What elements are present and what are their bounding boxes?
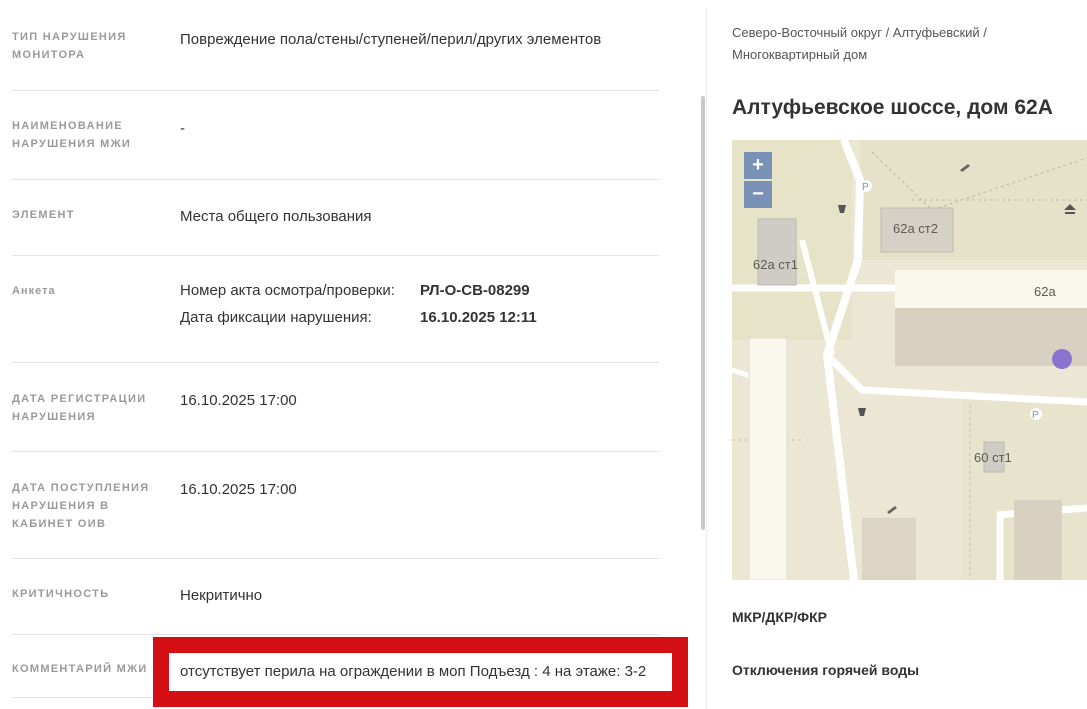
parking-label: P xyxy=(862,182,869,193)
violation-type-label: Тип нарушения монитора xyxy=(12,31,127,61)
row-criticality: Критичность Некритично xyxy=(12,585,659,635)
violation-details: Тип нарушения монитора Повреждение пола/… xyxy=(0,0,660,709)
left-scrollbar[interactable] xyxy=(701,96,705,530)
row-violation-type: Тип нарушения монитора Повреждение пола/… xyxy=(12,28,659,91)
map-canvas[interactable]: 62а ст2 62а ст1 62а 60 ст1 P P xyxy=(732,140,1087,580)
fix-date-value: 16.10.2025 12:11 xyxy=(420,309,537,326)
registration-date-label: Дата регистрации нарушения xyxy=(12,393,147,423)
breadcrumb: Северо-Восточный округ / Алтуфьевский / … xyxy=(732,25,987,62)
anketa-label: Анкета xyxy=(12,285,56,297)
row-receipt-date: Дата поступления нарушения в кабинет ОИВ… xyxy=(12,479,659,559)
map-label-b4: 60 ст1 xyxy=(974,450,1012,465)
map[interactable]: 62а ст2 62а ст1 62а 60 ст1 P P + − xyxy=(732,140,1087,580)
receipt-date-label: Дата поступления нарушения в кабинет ОИВ xyxy=(12,482,150,530)
repair-section-title[interactable]: МКР/ДКР/ФКР xyxy=(732,609,827,625)
registration-date-value: 16.10.2025 17:00 xyxy=(180,392,297,409)
zoom-in-button[interactable]: + xyxy=(744,152,772,179)
map-label-b2: 62а ст1 xyxy=(753,257,798,272)
comment-highlight: отсутствует перила на ограждении в моп П… xyxy=(153,637,688,707)
act-number-line: Номер акта осмотра/проверки: РЛ-О-СВ-0829… xyxy=(180,282,530,299)
criticality-value: Некритично xyxy=(180,587,263,604)
address-title: Алтуфьевское шоссе, дом 62А xyxy=(732,96,1053,119)
row-mzhi-name: Наименование нарушения МЖИ - xyxy=(12,117,659,180)
hot-water-section-title[interactable]: Отключения горячей воды xyxy=(732,662,919,678)
row-registration-date: Дата регистрации нарушения 16.10.2025 17… xyxy=(12,390,659,452)
mzhi-name-value: - xyxy=(180,120,185,137)
element-label: Элемент xyxy=(12,209,75,221)
mzhi-comment-label: Комментарий МЖИ xyxy=(12,663,148,675)
map-label-b3: 62а xyxy=(1034,284,1056,299)
fix-date-label: Дата фиксации нарушения: xyxy=(180,309,372,326)
criticality-label: Критичность xyxy=(12,588,110,600)
receipt-date-value: 16.10.2025 17:00 xyxy=(180,481,297,498)
location-marker[interactable] xyxy=(1052,349,1072,369)
mzhi-name-label: Наименование нарушения МЖИ xyxy=(12,120,132,150)
location-panel: Северо-Восточный округ / Алтуфьевский / … xyxy=(732,0,1087,709)
map-label-b1: 62а ст2 xyxy=(893,221,938,236)
row-anketa: Анкета Номер акта осмотра/проверки: РЛ-О-… xyxy=(12,282,659,363)
panel-divider xyxy=(706,8,707,709)
fix-date-line: Дата фиксации нарушения: 16.10.2025 12:11 xyxy=(180,309,537,326)
act-number-value: РЛ-О-СВ-08299 xyxy=(420,282,530,299)
mzhi-comment-value: отсутствует перила на ограждении в моп П… xyxy=(169,653,672,691)
zoom-out-button[interactable]: − xyxy=(744,181,772,208)
row-element: Элемент Места общего пользования xyxy=(12,206,659,256)
violation-type-value: Повреждение пола/стены/ступеней/перил/др… xyxy=(180,31,602,48)
parking-label: P xyxy=(1032,410,1039,421)
act-number-label: Номер акта осмотра/проверки: xyxy=(180,282,395,299)
element-value: Места общего пользования xyxy=(180,208,372,225)
